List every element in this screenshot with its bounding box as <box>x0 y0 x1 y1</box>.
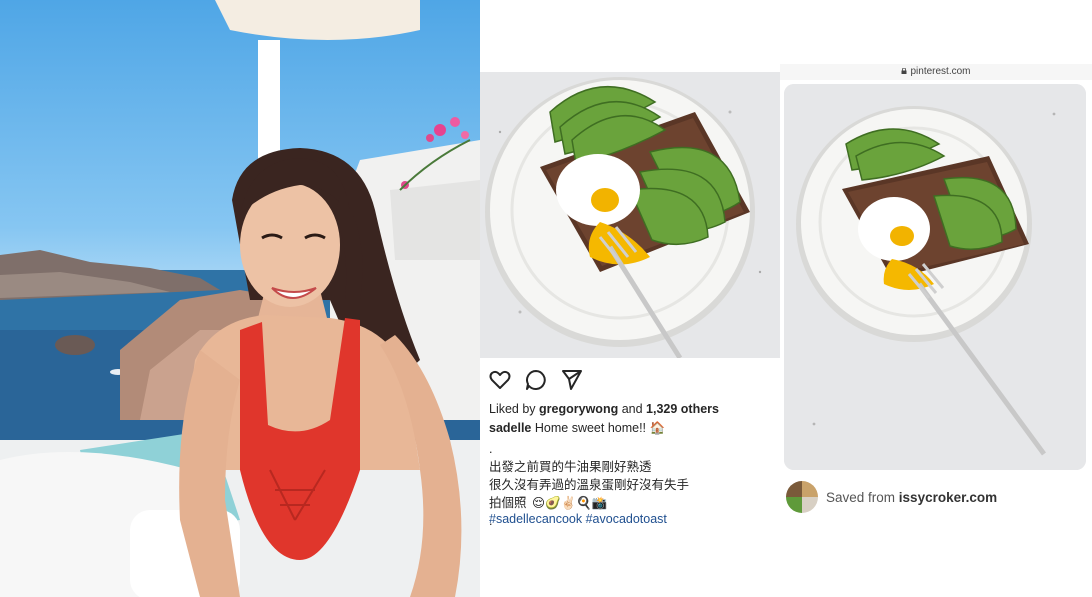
source-avatar <box>786 481 818 513</box>
hashtags[interactable]: #sadellecancook #avocadotoast <box>489 510 774 528</box>
avocado-toast-illustration <box>480 72 780 358</box>
source-avatar-image <box>786 481 818 513</box>
caption-line-3-emojis: 😌🥑✌🏻🍳📸 <box>532 496 608 510</box>
caption-line-2: 很久沒有弄過的溫泉蛋剛好沒有失手 <box>489 478 690 492</box>
heart-icon[interactable] <box>488 368 512 392</box>
saved-from-prefix: Saved from <box>826 489 896 505</box>
liked-by-joiner: and <box>621 402 643 416</box>
comment-icon[interactable] <box>524 368 548 392</box>
caption-line-1: 出發之前買的牛油果剛好熟透 <box>489 460 652 474</box>
saved-from-text: Saved from issycroker.com <box>826 490 997 505</box>
liked-by-user[interactable]: gregorywong <box>539 402 618 416</box>
saved-from-source[interactable]: issycroker.com <box>899 490 997 505</box>
caption-dot: . <box>489 442 493 456</box>
like-count: Liked by gregorywong and 1,329 others <box>489 400 774 418</box>
liked-by-prefix: Liked by <box>489 402 536 416</box>
woman-photo <box>0 0 480 597</box>
url-text: pinterest.com <box>910 66 971 77</box>
lock-icon <box>901 68 907 74</box>
woman-photo-illustration <box>0 0 480 597</box>
caption-text: Home sweet home!! 🏠 <box>534 421 666 435</box>
instagram-post: Liked by gregorywong and 1,329 others sa… <box>480 0 780 597</box>
pin-photo[interactable] <box>784 84 1086 470</box>
caption-username[interactable]: sadelle <box>489 421 531 435</box>
send-icon[interactable] <box>560 368 584 392</box>
caption: sadelle Home sweet home!! 🏠 <box>489 419 774 437</box>
pin-avocado-toast-illustration <box>784 84 1086 470</box>
instagram-post-photo <box>480 72 780 358</box>
instagram-action-bar <box>488 368 584 392</box>
saved-from[interactable]: Saved from issycroker.com <box>786 480 997 514</box>
caption-line-3-text: 拍個照 <box>489 496 527 510</box>
url-bar[interactable]: pinterest.com <box>780 64 1092 80</box>
likes-count[interactable]: 1,329 others <box>646 402 719 416</box>
pinterest-pin: pinterest.com Saved from issycroker.com <box>780 0 1092 597</box>
